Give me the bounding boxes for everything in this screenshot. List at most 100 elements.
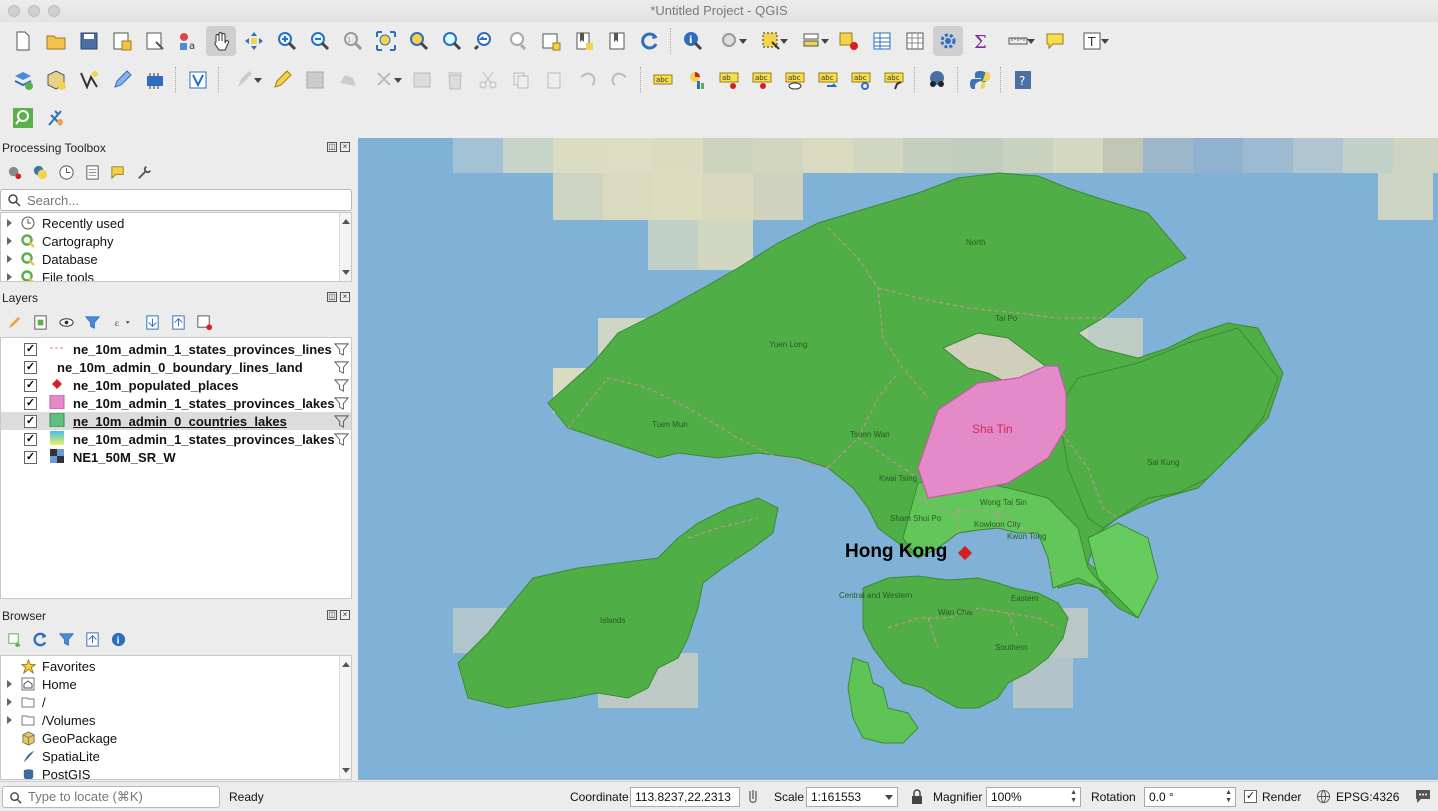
close-panel-button[interactable]: × [340, 610, 350, 620]
zoom-in-icon[interactable] [272, 26, 302, 56]
close-panel-button[interactable]: × [340, 142, 350, 152]
layer-visibility-checkbox[interactable]: ✓ [24, 378, 37, 392]
copy-features-icon[interactable] [506, 65, 536, 95]
map-tips-icon[interactable] [1040, 26, 1070, 56]
help-icon[interactable]: ? [1008, 65, 1038, 95]
layer-filter-icon[interactable] [334, 414, 349, 429]
layer-filter-icon[interactable] [334, 378, 349, 393]
layer-row[interactable]: ✓ ne_10m_populated_places [1, 376, 351, 394]
python-scripts-icon[interactable] [30, 162, 50, 182]
options-wrench-icon[interactable] [134, 162, 154, 182]
results-viewer-icon[interactable] [82, 162, 102, 182]
manage-visibility-icon[interactable] [56, 312, 76, 332]
layer-row[interactable]: ✓ ne_10m_admin_1_states_provinces_lakes [1, 394, 351, 412]
print-layout-icon[interactable] [140, 26, 170, 56]
coordinate-field[interactable]: 113.8237,22.2313 [630, 787, 740, 807]
processing-item[interactable]: File tools [1, 268, 351, 281]
select-by-value-icon[interactable] [793, 26, 831, 56]
expand-arrow-icon[interactable] [7, 716, 12, 724]
layer-visibility-checkbox[interactable]: ✓ [24, 396, 37, 410]
layer-filter-icon[interactable] [334, 342, 349, 357]
browser-item[interactable]: / [1, 693, 351, 711]
collapse-all-icon[interactable] [168, 312, 188, 332]
zoom-last-icon[interactable] [470, 26, 500, 56]
layer-row[interactable]: ✓ ne_10m_admin_0_boundary_lines_land [1, 358, 351, 376]
new-bookmark-icon[interactable] [569, 26, 599, 56]
layer-visibility-checkbox[interactable]: ✓ [24, 360, 37, 374]
layer-visibility-checkbox[interactable]: ✓ [24, 432, 37, 446]
add-group-icon[interactable] [30, 312, 50, 332]
expand-arrow-icon[interactable] [7, 698, 12, 706]
float-panel-button[interactable]: ◫ [327, 610, 337, 620]
data-source-manager-icon[interactable] [8, 65, 38, 95]
locator-input[interactable]: Type to locate (⌘K) [2, 786, 220, 808]
expand-all-icon[interactable] [142, 312, 162, 332]
toggle-editing-icon[interactable] [267, 65, 297, 95]
add-selected-layers-icon[interactable] [4, 629, 24, 649]
processing-scrollbar[interactable] [339, 213, 351, 281]
browser-item[interactable]: GeoPackage [1, 729, 351, 747]
filter-browser-icon[interactable] [56, 629, 76, 649]
save-edits-icon[interactable] [300, 65, 330, 95]
pin-labels-icon[interactable]: ab [714, 65, 744, 95]
text-annotation-icon[interactable]: T [1073, 26, 1111, 56]
refresh-icon[interactable] [635, 26, 665, 56]
layer-visibility-checkbox[interactable]: ✓ [24, 342, 37, 356]
plugin-icon[interactable] [41, 103, 71, 133]
toggle-extents-icon[interactable] [745, 789, 761, 805]
save-project-icon[interactable] [74, 26, 104, 56]
layer-row[interactable]: ✓ ne_10m_admin_1_states_provinces_lines [1, 340, 351, 358]
browser-refresh-icon[interactable] [30, 629, 50, 649]
float-panel-button[interactable]: ◫ [327, 142, 337, 152]
minimize-window-button[interactable] [28, 5, 40, 17]
render-checkbox[interactable]: ✓ [1244, 790, 1257, 803]
pan-to-selection-icon[interactable] [239, 26, 269, 56]
browser-item[interactable]: /Volumes [1, 711, 351, 729]
new-geopackage-layer-icon[interactable] [41, 65, 71, 95]
new-map-view-icon[interactable] [536, 26, 566, 56]
rotation-field[interactable]: 0.0 ° ▲ ▼ [1144, 787, 1236, 807]
processing-item[interactable]: Database [1, 250, 351, 268]
measure-icon[interactable] [999, 26, 1037, 56]
paste-features-icon[interactable] [539, 65, 569, 95]
select-features-icon[interactable] [752, 26, 790, 56]
virtual-layer-icon[interactable] [183, 65, 213, 95]
browser-item[interactable]: SpatiaLite [1, 747, 351, 765]
layer-visibility-checkbox[interactable]: ✓ [24, 414, 37, 428]
new-project-icon[interactable] [8, 26, 38, 56]
layer-visibility-checkbox[interactable]: ✓ [24, 450, 37, 464]
metasearch-icon[interactable] [922, 65, 952, 95]
locator-search-icon[interactable] [8, 103, 38, 133]
pan-icon[interactable] [205, 26, 236, 56]
layer-row[interactable]: ✓ ne_10m_admin_0_countries_lakes [1, 412, 351, 430]
deselect-icon[interactable] [834, 26, 864, 56]
messages-icon[interactable] [1414, 788, 1432, 804]
current-edits-icon[interactable] [226, 65, 264, 95]
style-panel-icon[interactable] [4, 312, 24, 332]
digitize-icon[interactable] [74, 65, 104, 95]
zoom-native-icon[interactable]: 1:1 [338, 26, 368, 56]
filter-legend-icon[interactable] [82, 312, 102, 332]
expand-arrow-icon[interactable] [7, 255, 12, 263]
show-bookmarks-icon[interactable] [602, 26, 632, 56]
history-icon[interactable] [56, 162, 76, 182]
save-as-icon[interactable] [107, 26, 137, 56]
browser-item[interactable]: PostGIS [1, 765, 351, 779]
expand-arrow-icon[interactable] [7, 237, 12, 245]
rotate-label-icon[interactable]: abc [846, 65, 876, 95]
expand-arrow-icon[interactable] [7, 219, 12, 227]
collapse-all-browser-icon[interactable] [82, 629, 102, 649]
processing-toolbox-icon[interactable] [932, 26, 963, 56]
properties-info-icon[interactable]: i [108, 629, 128, 649]
layer-filter-icon[interactable] [334, 432, 349, 447]
diagram-icon[interactable] [681, 65, 711, 95]
redo-icon[interactable] [605, 65, 635, 95]
browser-scrollbar[interactable] [339, 656, 351, 779]
open-project-icon[interactable] [41, 26, 71, 56]
processing-item[interactable]: Recently used [1, 214, 351, 232]
crs-label[interactable]: EPSG:4326 [1336, 790, 1399, 804]
models-gear-icon[interactable] [4, 162, 24, 182]
layer-row[interactable]: ✓ NE1_50M_SR_W [1, 448, 351, 466]
run-action-icon[interactable] [711, 26, 749, 56]
zoom-next-icon[interactable] [503, 26, 533, 56]
